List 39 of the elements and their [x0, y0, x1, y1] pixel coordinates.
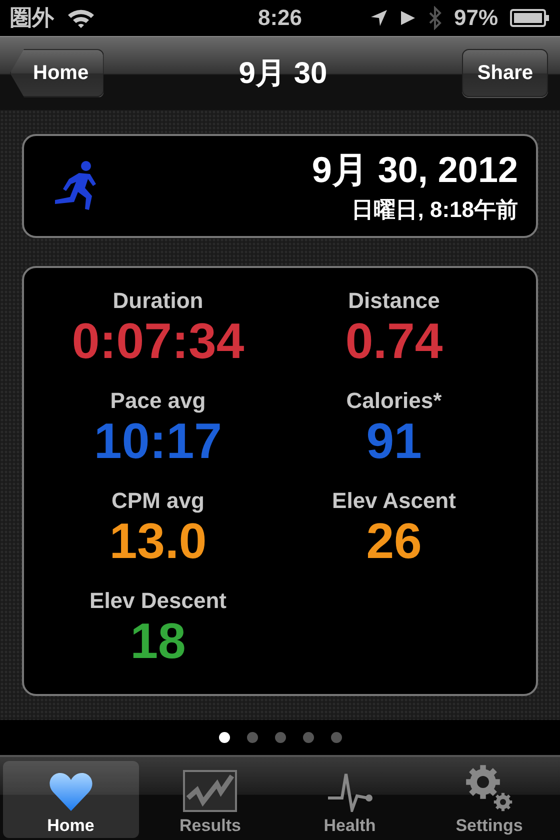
stat-value: 0:07:34	[72, 314, 244, 368]
bluetooth-icon	[428, 6, 442, 30]
stat-value: 10:17	[94, 414, 222, 468]
stat-label: Elev Ascent	[332, 488, 456, 514]
tab[interactable]: Settings	[422, 761, 557, 838]
day-time: 日曜日, 8:18午前	[352, 196, 518, 224]
play-icon	[400, 10, 416, 26]
share-button[interactable]: Share	[462, 49, 548, 98]
line-chart-icon	[183, 770, 238, 812]
pulse-icon	[326, 772, 374, 812]
back-button[interactable]: Home	[10, 49, 104, 98]
stat-label: Calories*	[346, 388, 442, 414]
location-arrow-icon	[370, 8, 388, 27]
stat-value: 91	[366, 414, 422, 468]
battery-icon	[510, 8, 550, 28]
clock-time: 8:26	[258, 4, 302, 31]
tab[interactable]: Health	[282, 761, 418, 838]
page-dot[interactable]	[330, 732, 342, 743]
stat-value: 0.74	[345, 314, 443, 368]
stat-label: CPM avg	[112, 488, 204, 514]
page-dot[interactable]	[274, 732, 286, 743]
stat-label: Pace avg	[110, 388, 206, 414]
page-dot[interactable]	[218, 732, 230, 743]
carrier-label: 圏外	[10, 4, 54, 32]
stat-value: 18	[130, 614, 186, 668]
stat-value: 13.0	[109, 514, 207, 568]
stat-label: Distance	[348, 288, 440, 314]
nav-title: 9月 30	[238, 56, 328, 92]
heart-icon	[48, 772, 93, 812]
tab[interactable]: Home	[3, 761, 138, 838]
page-dot[interactable]	[302, 732, 314, 743]
tab[interactable]: Results	[142, 761, 278, 838]
stat-label: Elev Descent	[90, 588, 226, 614]
gears-icon	[465, 764, 514, 812]
page-dot[interactable]	[246, 732, 258, 743]
date-heading: 9月 30, 2012	[312, 148, 518, 192]
stat-label: Duration	[112, 288, 204, 314]
stat-value: 26	[366, 514, 422, 568]
battery-percent: 97%	[454, 4, 498, 31]
